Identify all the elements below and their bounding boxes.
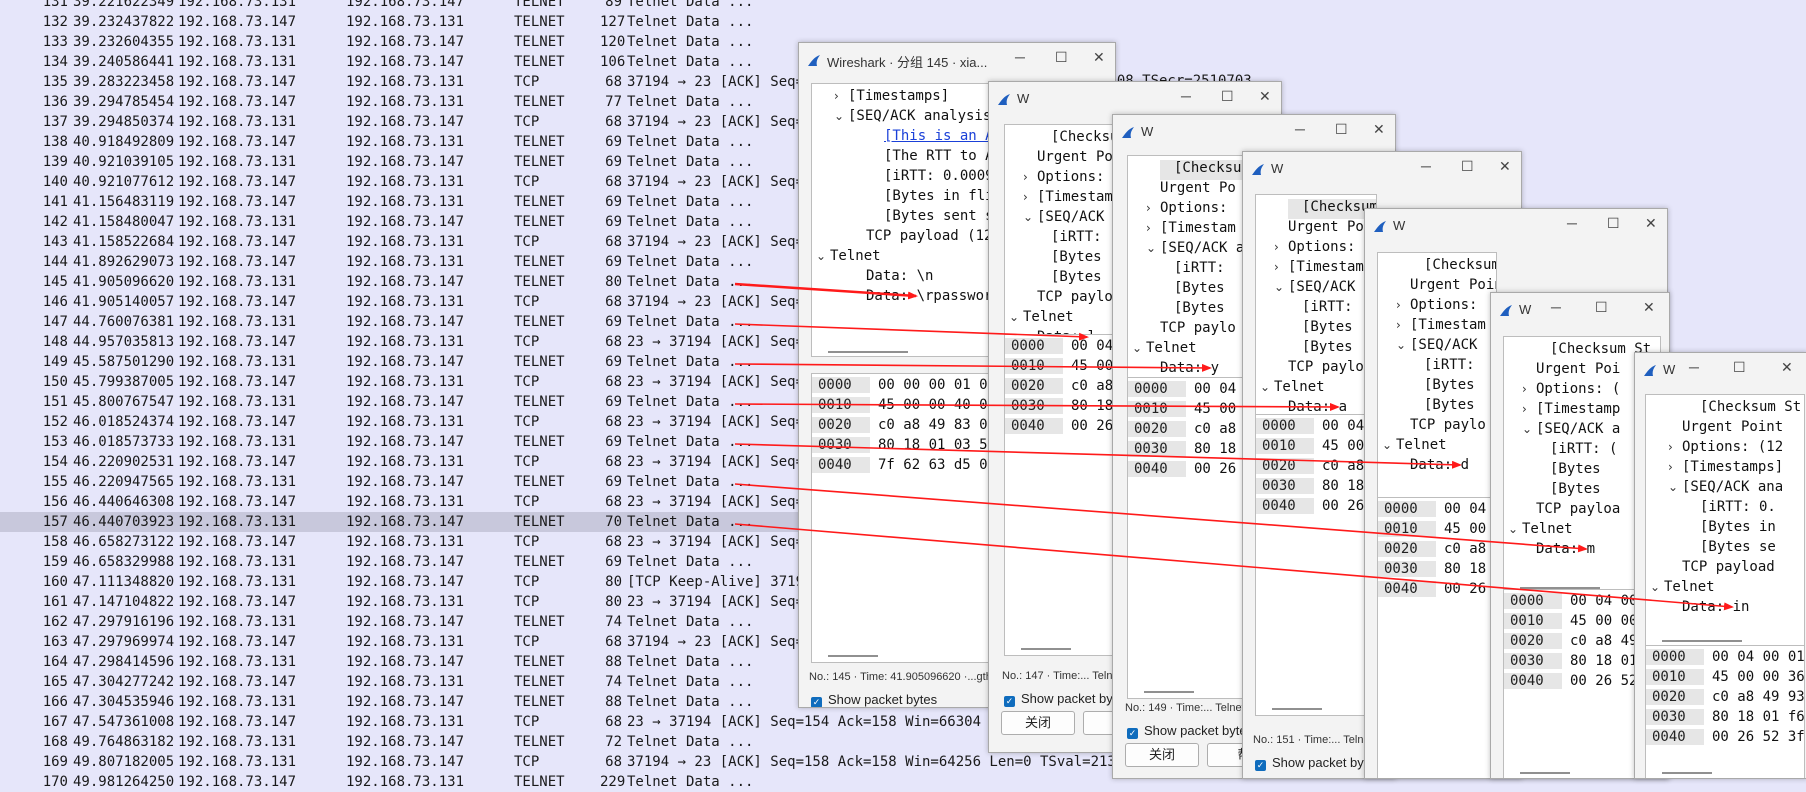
annotation-arrow <box>734 443 1462 469</box>
annotation-arrow <box>734 363 1212 372</box>
annotation-arrow <box>734 523 1734 611</box>
annotation-arrow <box>734 282 918 300</box>
annotation-arrow <box>734 323 1089 341</box>
annotation-arrow <box>734 483 1588 553</box>
annotation-arrow <box>734 402 1340 411</box>
annotation-arrows <box>734 282 1734 611</box>
